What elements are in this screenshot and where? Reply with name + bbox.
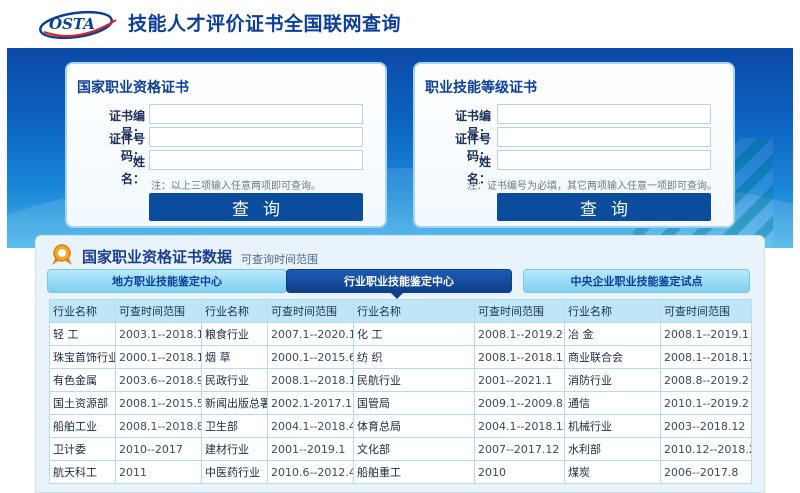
industry-name: 烟 草 <box>201 345 268 369</box>
column-header: 可查时间范围 <box>474 299 565 323</box>
industry-name: 有色金属 <box>49 368 116 392</box>
industry-name: 建材行业 <box>201 437 268 461</box>
time-range: 2008.8--2019.2 <box>660 368 752 392</box>
industry-name: 民航行业 <box>353 368 475 392</box>
time-range: 2008.1--2018.12 <box>660 345 752 369</box>
column-header: 可查时间范围 <box>660 299 752 323</box>
tab-industry-center[interactable]: 行业职业技能鉴定中心 <box>286 269 512 293</box>
industry-name: 国管局 <box>353 391 475 415</box>
industry-name: 冶 金 <box>564 322 661 346</box>
industry-name: 纺 织 <box>353 345 475 369</box>
industry-name: 轻 工 <box>49 322 116 346</box>
query-hint: 注：证书编号为必填，其它两项输入任意一项即可查询。 <box>467 181 717 192</box>
industry-name: 船舶重工 <box>353 460 475 484</box>
id-number-input[interactable] <box>497 127 711 147</box>
table-row: 珠宝首饰行业 2000.1--2018.12 烟 草 2000.1--2015.… <box>49 345 752 369</box>
time-range: 2011 <box>115 460 202 484</box>
name-input[interactable] <box>497 150 711 170</box>
tab-central-enterprise[interactable]: 中央企业职业技能鉴定试点 <box>523 269 750 293</box>
time-range: 2010.12--2018.2 <box>660 437 752 461</box>
industry-name: 国土资源部 <box>49 391 116 415</box>
table-row: 船舶工业 2008.1--2018.8 卫生部 2004.1--2018.4 体… <box>49 414 752 438</box>
site-title: 技能人才评价证书全国联网查询 <box>128 13 402 35</box>
panel-title: 国家职业资格证书 <box>77 80 189 96</box>
time-range: 2008.1--2018.12 <box>267 368 354 392</box>
certificate-number-input[interactable] <box>497 104 711 124</box>
industry-name: 中医药行业 <box>201 460 268 484</box>
time-range: 2003.1--2018.12 <box>115 322 202 346</box>
time-range: 2003.6--2018.9 <box>115 368 202 392</box>
industry-name: 水利部 <box>564 437 661 461</box>
industry-name: 卫计委 <box>49 437 116 461</box>
time-range: 2008.1--2019.1 <box>660 322 752 346</box>
time-range: 2002.1-2017.11 <box>267 391 354 415</box>
time-range: 2010--2017 <box>115 437 202 461</box>
panel-title: 职业技能等级证书 <box>425 80 537 96</box>
industry-name: 珠宝首饰行业 <box>49 345 116 369</box>
time-range: 2006--2017.8 <box>660 460 752 484</box>
time-range: 2004.1--2018.12 <box>474 414 565 438</box>
table-row: 有色金属 2003.6--2018.9 民政行业 2008.1--2018.12… <box>49 368 752 392</box>
name-label: 姓 名： <box>120 155 169 186</box>
industry-name: 民政行业 <box>201 368 268 392</box>
table-header-row: 行业名称 可查时间范围 行业名称 可查时间范围 行业名称 可查时间范围 行业名称… <box>49 299 752 323</box>
industry-name: 化 工 <box>353 322 475 346</box>
time-range: 2003--2018.12 <box>660 414 752 438</box>
table-row: 国土资源部 2008.1--2015.5 新闻出版总署 2002.1-2017.… <box>49 391 752 415</box>
industry-name: 新闻出版总署 <box>201 391 268 415</box>
industry-name: 商业联合会 <box>564 345 661 369</box>
industry-name: 卫生部 <box>201 414 268 438</box>
time-range: 2007--2017.12 <box>474 437 565 461</box>
query-button[interactable]: 查询 <box>149 193 363 221</box>
time-range: 2010 <box>474 460 565 484</box>
industry-name: 船舶工业 <box>49 414 116 438</box>
medal-ribbon-icon <box>52 244 72 265</box>
osta-logo-icon[interactable]: OSTA <box>38 6 120 40</box>
certificate-data-section: 国家职业资格证书数据 可查询时间范围 地方职业技能鉴定中心 行业职业技能鉴定中心… <box>35 235 765 493</box>
time-range: 2008.1--2018.8 <box>115 414 202 438</box>
time-range: 2000.1--2015.6 <box>267 345 354 369</box>
time-range: 2008.1--2019.2 <box>474 322 565 346</box>
column-header: 行业名称 <box>201 299 268 323</box>
industry-name: 通信 <box>564 391 661 415</box>
time-range: 2010.1--2019.2 <box>660 391 752 415</box>
industry-name: 粮食行业 <box>201 322 268 346</box>
query-button[interactable]: 查询 <box>497 193 711 221</box>
svg-text:OSTA: OSTA <box>49 15 95 33</box>
column-header: 可查时间范围 <box>115 299 202 323</box>
vocational-qualification-panel: 国家职业资格证书 证书编号： 证件号码： 姓 名： 注：以上三项输入任意两项即可… <box>65 62 387 228</box>
time-range: 2001--2019.1 <box>267 437 354 461</box>
site-header: OSTA 技能人才评价证书全国联网查询 <box>0 0 800 48</box>
column-header: 可查时间范围 <box>267 299 354 323</box>
time-range: 2000.1--2018.12 <box>115 345 202 369</box>
column-header: 行业名称 <box>564 299 661 323</box>
time-range: 2001--2021.1 <box>474 368 565 392</box>
industry-name: 机械行业 <box>564 414 661 438</box>
time-range: 2008.1--2015.5 <box>115 391 202 415</box>
table-row: 轻 工 2003.1--2018.12 粮食行业 2007.1--2020.10… <box>49 322 752 346</box>
time-range: 2007.1--2020.10 <box>267 322 354 346</box>
time-range: 2008.1--2018.12 <box>474 345 565 369</box>
section-subtitle: 可查询时间范围 <box>241 253 318 266</box>
tab-local-center[interactable]: 地方职业技能鉴定中心 <box>47 269 287 293</box>
time-range: 2009.1--2009.8 <box>474 391 565 415</box>
name-input[interactable] <box>149 150 363 170</box>
column-header: 行业名称 <box>353 299 475 323</box>
industry-name: 煤炭 <box>564 460 661 484</box>
query-hint: 注：以上三项输入任意两项即可查询。 <box>151 181 321 192</box>
industry-name: 文化部 <box>353 437 475 461</box>
column-header: 行业名称 <box>49 299 116 323</box>
section-title: 国家职业资格证书数据 <box>82 248 233 266</box>
time-range: 2004.1--2018.4 <box>267 414 354 438</box>
table-row: 卫计委 2010--2017 建材行业 2001--2019.1 文化部 200… <box>49 437 752 461</box>
industry-name: 航天科工 <box>49 460 116 484</box>
time-range: 2010.6--2012.4 <box>267 460 354 484</box>
id-number-input[interactable] <box>149 127 363 147</box>
industry-name: 体育总局 <box>353 414 475 438</box>
industry-range-table: 行业名称 可查时间范围 行业名称 可查时间范围 行业名称 可查时间范围 行业名称… <box>49 299 752 484</box>
skill-level-panel: 职业技能等级证书 证书编号： 证件号码： 姓 名： 注：证书编号为必填，其它两项… <box>413 62 735 228</box>
certificate-number-input[interactable] <box>149 104 363 124</box>
table-row: 航天科工 2011 中医药行业 2010.6--2012.4 船舶重工 2010… <box>49 460 752 484</box>
industry-name: 消防行业 <box>564 368 661 392</box>
